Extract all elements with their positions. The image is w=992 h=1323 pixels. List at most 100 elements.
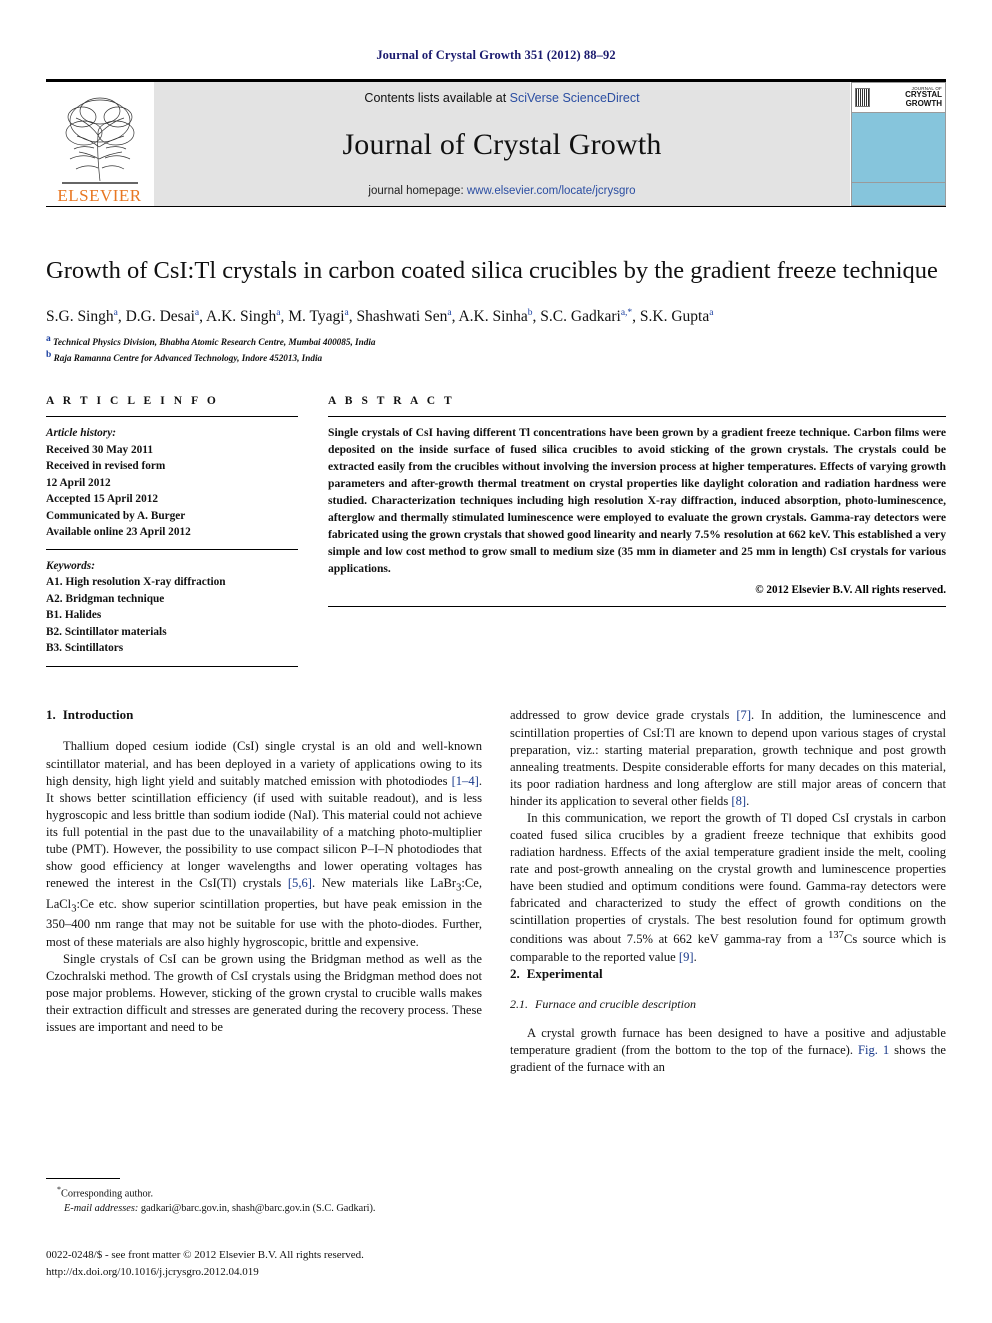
keyword-item: B1. Halides [46, 609, 102, 622]
issn-copyright-line: 0022-0248/$ - see front matter © 2012 El… [46, 1249, 364, 1261]
citation-link[interactable]: [9] [679, 950, 694, 964]
author-item: S.C. Gadkaria,* [540, 308, 632, 325]
corresponding-author-text: Corresponding author. [61, 1188, 154, 1200]
cover-barcode-icon [855, 88, 870, 107]
email-note: E-mail addresses: gadkari@barc.gov.in, s… [46, 1202, 478, 1217]
isotope-superscript: 137 [828, 930, 844, 942]
cover-title-line2: GROWTH [905, 98, 942, 108]
author-name: A.K. Singh [206, 308, 277, 325]
elsevier-logo: ELSEVIER [46, 82, 154, 206]
body-columns: 1. Introduction Thallium doped cesium iod… [46, 707, 946, 1075]
masthead-center: Contents lists available at SciVerse Sci… [154, 82, 850, 206]
keyword-item: A1. High resolution X-ray diffraction [46, 576, 226, 589]
paragraph: addressed to grow device grade crystals … [510, 707, 946, 809]
author-name: D.G. Desai [125, 308, 195, 325]
cover-title-text: JOURNAL OF CRYSTAL GROWTH [873, 86, 942, 109]
affiliation-text: Raja Ramanna Centre for Advanced Technol… [53, 353, 323, 364]
affiliation-item: b Raja Ramanna Centre for Advanced Techn… [46, 349, 946, 365]
running-head: Journal of Crystal Growth 351 (2012) 88–… [376, 48, 616, 62]
journal-masthead: ELSEVIER Contents lists available at Sci… [46, 79, 946, 206]
homepage-prefix: journal homepage: [368, 185, 467, 197]
elsevier-wordmark: ELSEVIER [57, 186, 142, 205]
author-name: S.G. Singh [46, 308, 114, 325]
paragraph-text: . It shows better scintillation efficien… [46, 773, 482, 890]
paragraph-text: . [693, 949, 697, 964]
journal-cover-thumbnail: JOURNAL OF CRYSTAL GROWTH [850, 82, 946, 206]
info-abstract-region: A R T I C L E I N F O Article history: R… [46, 395, 946, 668]
subsection-title: Furnace and crucible description [535, 996, 696, 1011]
paragraph-text: In this communication, we report the gro… [510, 810, 946, 947]
subsection-number: 2.1. [510, 996, 528, 1011]
keyword-item: B2. Scintillator materials [46, 625, 167, 638]
citation-link[interactable]: [1–4] [452, 774, 479, 788]
author-name: M. Tyagi [288, 308, 345, 325]
affiliation-text: Technical Physics Division, Bhabha Atomi… [53, 336, 376, 347]
paragraph: Single crystals of CsI can be grown usin… [46, 951, 482, 1034]
divider [328, 416, 946, 418]
author-item: Shashwati Sena [357, 308, 452, 325]
author-affiliation-marker: a [709, 307, 714, 318]
author-affiliation-marker: a [276, 307, 281, 318]
keywords-block: Keywords: A1. High resolution X-ray diff… [46, 558, 298, 657]
author-affiliation-marker: b [527, 307, 533, 318]
abstract-copyright: © 2012 Elsevier B.V. All rights reserved… [755, 584, 946, 597]
history-item: Available online 23 April 2012 [46, 526, 191, 539]
author-item: M. Tyagia [288, 308, 349, 325]
author-item: A.K. Singha [206, 308, 280, 325]
page-title: Growth of CsI:Tl crystals in carbon coat… [46, 257, 938, 284]
page-footer: 0022-0248/$ - see front matter © 2012 El… [46, 1247, 516, 1280]
history-item: 12 April 2012 [46, 476, 111, 489]
article-history-label: Article history: [46, 427, 116, 440]
history-item: Received in revised form [46, 460, 166, 473]
paragraph: In this communication, we report the gro… [510, 810, 946, 966]
abstract-column: A B S T R A C T Single crystals of CsI h… [328, 395, 946, 667]
paper-page: Journal of Crystal Growth 351 (2012) 88–… [0, 0, 992, 1323]
divider [328, 606, 946, 608]
article-info-heading: A R T I C L E I N F O [46, 395, 219, 408]
author-item: S.K. Guptaa [640, 308, 714, 325]
section-title: Introduction [62, 707, 134, 723]
author-affiliation-marker: a [194, 307, 200, 318]
paragraph-text: . In addition, the luminescence and scin… [510, 708, 946, 808]
author-name: S.K. Gupta [639, 308, 710, 325]
citation-link[interactable]: [7] [736, 708, 751, 722]
history-item: Accepted 15 April 2012 [46, 493, 159, 506]
email-addresses[interactable]: gadkari@barc.gov.in, shash@barc.gov.in (… [141, 1203, 376, 1214]
keywords-label: Keywords: [46, 559, 95, 572]
email-label: E-mail addresses: [64, 1203, 139, 1215]
body-column-left: 1. Introduction Thallium doped cesium iod… [46, 707, 482, 1075]
journal-title: Journal of Crystal Growth [342, 128, 662, 161]
divider [46, 548, 298, 550]
doi-line[interactable]: http://dx.doi.org/10.1016/j.jcrysgro.201… [46, 1264, 516, 1281]
author-affiliation-marker: a [447, 307, 452, 318]
citation-link[interactable]: [5,6] [288, 876, 312, 890]
figure-link[interactable]: Fig. 1 [858, 1043, 889, 1057]
author-item: S.G. Singha [46, 308, 118, 325]
paragraph-text: addressed to grow device grade crystals [510, 708, 737, 723]
journal-homepage-line: journal homepage: www.elsevier.com/locat… [368, 185, 635, 197]
cover-color-band-lower [852, 183, 945, 205]
affiliation-marker: a [46, 333, 51, 344]
sciencedirect-link[interactable]: SciVerse ScienceDirect [510, 91, 640, 105]
subsection-heading-furnace: 2.1. Furnace and crucible description [510, 997, 946, 1012]
affiliation-item: a Technical Physics Division, Bhabha Ato… [46, 333, 946, 349]
author-name: S.C. Gadkari [540, 308, 621, 325]
cover-color-band [852, 113, 945, 183]
article-info-column: A R T I C L E I N F O Article history: R… [46, 395, 298, 668]
masthead-bottom-rule [46, 206, 946, 207]
paragraph: Thallium doped cesium iodide (CsI) singl… [46, 738, 482, 950]
abstract-heading: A B S T R A C T [328, 395, 455, 408]
author-list: S.G. Singha, D.G. Desaia, A.K. Singha, M… [46, 307, 714, 325]
author-affiliation-marker: a,* [620, 307, 633, 318]
homepage-url-link[interactable]: www.elsevier.com/locate/jcrysgro [467, 185, 636, 197]
contents-prefix: Contents lists available at [364, 91, 510, 105]
section-heading-experimental: 2. Experimental [510, 966, 946, 982]
contents-available-line: Contents lists available at SciVerse Sci… [364, 91, 639, 105]
keyword-item: B3. Scintillators [46, 641, 124, 654]
history-item: Received 30 May 2011 [46, 443, 153, 456]
author-item: D.G. Desaia [126, 308, 200, 325]
body-column-right: addressed to grow device grade crystals … [510, 707, 946, 1075]
citation-link[interactable]: [8] [731, 794, 746, 808]
affiliation-marker: b [46, 350, 52, 361]
elsevier-tree-icon [61, 97, 138, 184]
